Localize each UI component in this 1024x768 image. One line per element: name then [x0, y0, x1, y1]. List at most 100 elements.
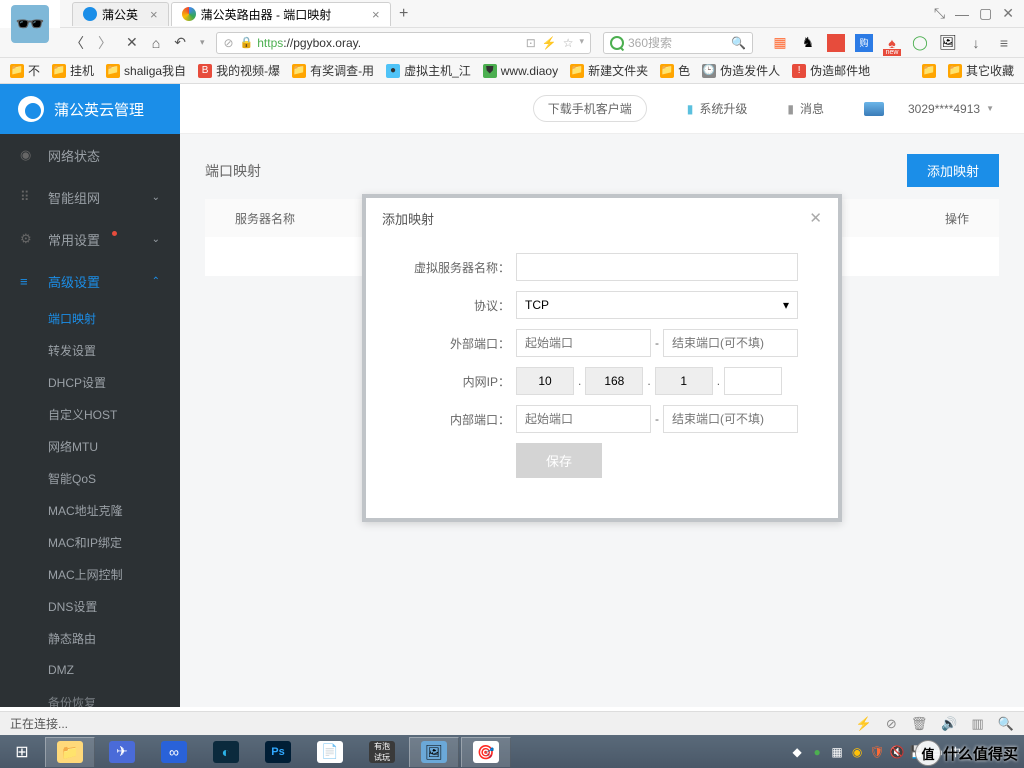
sub-dns[interactable]: DNS设置	[0, 590, 180, 622]
ext-icon[interactable]: ♠new	[883, 34, 901, 52]
sub-port-mapping[interactable]: 端口映射	[0, 302, 180, 334]
menu-common-settings[interactable]: ⚙常用设置⌄	[0, 218, 180, 260]
task-app[interactable]: ◐	[201, 737, 251, 767]
volume-icon[interactable]: 🔊	[941, 716, 957, 732]
stop-button[interactable]: ✕	[126, 34, 138, 51]
brand-logo[interactable]: 蒲公英云管理	[0, 84, 180, 134]
minimize-icon[interactable]: —	[955, 6, 969, 22]
split-icon[interactable]: ▥	[972, 716, 984, 732]
task-explorer[interactable]: 📁	[45, 737, 95, 767]
ip-octet-4[interactable]	[724, 367, 782, 395]
save-button[interactable]: 保存	[516, 443, 602, 478]
int-port-start-input[interactable]	[516, 405, 651, 433]
bookmark-item[interactable]: 📁有奖调查-用	[288, 60, 378, 81]
sub-qos[interactable]: 智能QoS	[0, 462, 180, 494]
new-tab-button[interactable]: +	[393, 3, 415, 25]
close-icon[interactable]: ×	[150, 7, 158, 22]
browser-tab-active[interactable]: 蒲公英路由器 - 端口映射 ×	[171, 2, 391, 26]
bookmark-item[interactable]: 📁新建文件夹	[566, 60, 652, 81]
task-app[interactable]: 有泡试玩	[357, 737, 407, 767]
menu-icon[interactable]: ≡	[995, 34, 1013, 52]
chevron-down-icon[interactable]: ▾	[200, 37, 205, 48]
device-sn-dropdown[interactable]: 3029****4913	[864, 102, 994, 116]
sub-static-route[interactable]: 静态路由	[0, 622, 180, 654]
ext-icon[interactable]: ♞	[799, 34, 817, 52]
bookmark-item[interactable]: ●虚拟主机_江	[382, 60, 475, 81]
browser-tab[interactable]: 蒲公英 ×	[72, 2, 169, 26]
task-app[interactable]: 🖼	[409, 737, 459, 767]
address-bar[interactable]: ⊘ 🔒 https ://pgybox.oray. ⊡ ⚡ ☆ ▾	[216, 32, 591, 54]
bookmark-item[interactable]: 📁色	[656, 60, 694, 81]
sub-mtu[interactable]: 网络MTU	[0, 430, 180, 462]
grid-icon[interactable]: ▦	[771, 34, 789, 52]
ip-octet-1[interactable]	[516, 367, 574, 395]
download-client-button[interactable]: 下载手机客户端	[533, 95, 647, 122]
magnify-icon[interactable]: 🔍	[731, 36, 746, 50]
tray-icon[interactable]: ▦	[830, 745, 844, 759]
dropdown-icon[interactable]: ▾	[579, 36, 584, 50]
start-button[interactable]: ⊞	[0, 735, 44, 768]
bookmark-item[interactable]: 📁不	[6, 60, 44, 81]
sub-mac-clone[interactable]: MAC地址克隆	[0, 494, 180, 526]
messages-link[interactable]: ▮消息	[787, 100, 824, 117]
ext-icon[interactable]: 购	[855, 34, 873, 52]
restore-icon[interactable]: ⤡	[934, 5, 945, 22]
sub-mac-ip[interactable]: MAC和IP绑定	[0, 526, 180, 558]
task-app[interactable]: ✈	[97, 737, 147, 767]
star-icon[interactable]: ☆	[563, 36, 574, 50]
bookmark-item[interactable]: 📁其它收藏	[944, 60, 1018, 81]
zoom-icon[interactable]: 🔍	[998, 716, 1014, 732]
sub-dmz[interactable]: DMZ	[0, 654, 180, 686]
int-port-end-input[interactable]	[663, 405, 798, 433]
task-app[interactable]: 📄	[305, 737, 355, 767]
ext-port-end-input[interactable]	[663, 329, 798, 357]
sub-forward[interactable]: 转发设置	[0, 334, 180, 366]
ip-octet-3[interactable]	[655, 367, 713, 395]
undo-button[interactable]: ↶	[174, 34, 186, 51]
tray-icon[interactable]: ◆	[790, 745, 804, 759]
ext-icon[interactable]	[827, 34, 845, 52]
sub-mac-ctrl[interactable]: MAC上网控制	[0, 558, 180, 590]
bookmark-item[interactable]: B我的视频-爆	[194, 60, 284, 81]
bookmark-item[interactable]: 🕒伪造发件人	[698, 60, 784, 81]
server-name-input[interactable]	[516, 253, 798, 281]
menu-smart-network[interactable]: ⠿智能组网⌄	[0, 176, 180, 218]
ext-port-start-input[interactable]	[516, 329, 651, 357]
trash-icon[interactable]: 🗑	[911, 716, 928, 732]
task-browser[interactable]: 🎯	[461, 737, 511, 767]
maximize-icon[interactable]: ▢	[979, 5, 992, 22]
add-mapping-button[interactable]: 添加映射	[907, 154, 999, 187]
flash-icon[interactable]: ⚡	[542, 36, 557, 50]
bookmark-item[interactable]: 📁挂机	[48, 60, 98, 81]
close-icon[interactable]: ✕	[1002, 5, 1014, 22]
bookmark-item[interactable]: 📁	[918, 62, 940, 80]
menu-advanced-settings[interactable]: ≡高级设置⌃	[0, 260, 180, 302]
sub-host[interactable]: 自定义HOST	[0, 398, 180, 430]
tray-icon[interactable]: 🛡	[870, 745, 884, 759]
volume-icon[interactable]: 🔇	[890, 745, 904, 759]
profile-avatar[interactable]: 🕶️	[0, 0, 60, 28]
bookmark-item[interactable]: ⛊www.diaoy	[479, 62, 562, 80]
task-photoshop[interactable]: Ps	[253, 737, 303, 767]
protocol-select[interactable]: TCP▾	[516, 291, 798, 319]
sub-dhcp[interactable]: DHCP设置	[0, 366, 180, 398]
ext-icon[interactable]: 🖼	[939, 34, 957, 52]
task-app[interactable]: ∞	[149, 737, 199, 767]
back-button[interactable]: 〈	[70, 33, 84, 53]
home-button[interactable]: ⌂	[152, 35, 160, 51]
tray-icon[interactable]: ●	[810, 745, 824, 759]
download-icon[interactable]: ↓	[967, 34, 985, 52]
qr-icon[interactable]: ⊡	[526, 36, 536, 50]
modal-close-button[interactable]: ✕	[809, 209, 822, 227]
sub-backup[interactable]: 备份恢复	[0, 686, 180, 707]
menu-network-status[interactable]: ◉网络状态	[0, 134, 180, 176]
adblock-icon[interactable]: ⊘	[886, 716, 897, 732]
bookmark-item[interactable]: 📁shaliga我自	[102, 60, 190, 81]
compat-icon[interactable]: ⚡	[856, 716, 872, 732]
search-bar[interactable]: 360搜索 🔍	[603, 32, 753, 54]
ext-icon[interactable]: ◯	[911, 34, 929, 52]
bookmark-item[interactable]: !伪造邮件地	[788, 60, 874, 81]
tray-icon[interactable]: ◉	[850, 745, 864, 759]
ip-octet-2[interactable]	[585, 367, 643, 395]
close-icon[interactable]: ×	[372, 7, 380, 22]
